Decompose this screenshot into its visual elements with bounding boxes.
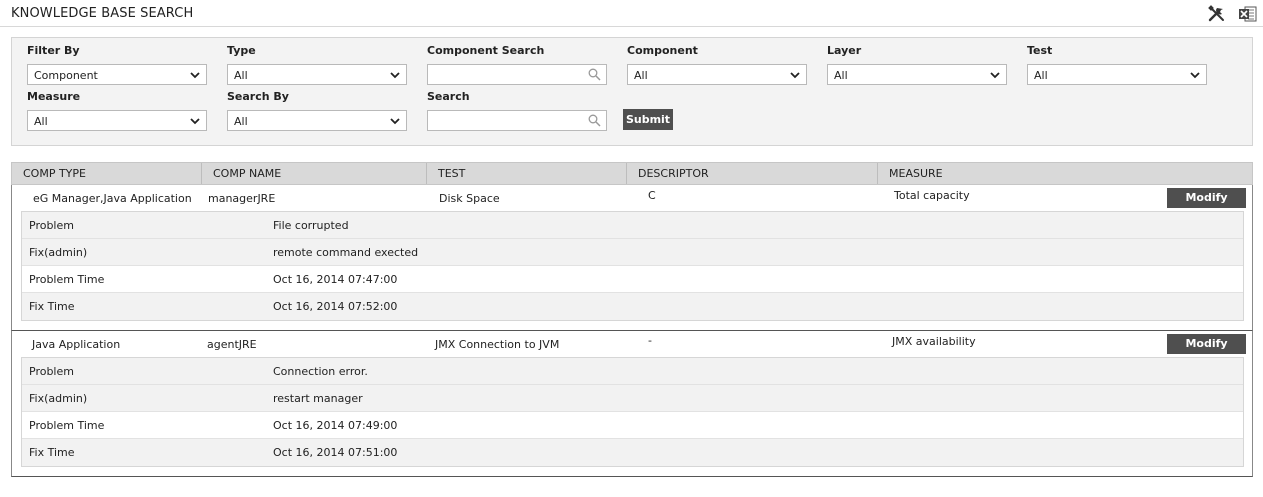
comp-name-cell: agentJRE <box>207 338 257 351</box>
test-select[interactable]: All <box>1027 64 1207 85</box>
chevron-down-icon <box>190 72 200 79</box>
component-select[interactable]: All <box>627 64 807 85</box>
layer-select[interactable]: All <box>827 64 1007 85</box>
comp-name-cell: managerJRE <box>208 192 276 205</box>
chevron-down-icon <box>1190 72 1200 79</box>
detail-row: Fix Time Oct 16, 2014 07:51:00 <box>22 439 1243 466</box>
page-title: KNOWLEDGE BASE SEARCH <box>11 6 194 21</box>
detail-value: Oct 16, 2014 07:49:00 <box>273 419 398 432</box>
test-cell: Disk Space <box>439 192 500 205</box>
component-search-box <box>427 64 607 85</box>
detail-label: Fix(admin) <box>29 392 88 405</box>
layer-value: All <box>834 69 848 82</box>
chevron-down-icon <box>390 118 400 125</box>
title-bar: KNOWLEDGE BASE SEARCH <box>0 0 1263 27</box>
descriptor-cell: C <box>648 189 656 202</box>
detail-value: Oct 16, 2014 07:52:00 <box>273 300 398 313</box>
detail-value: Oct 16, 2014 07:47:00 <box>273 273 398 286</box>
chevron-down-icon <box>390 72 400 79</box>
header-descriptor: DESCRIPTOR <box>627 163 878 184</box>
detail-value: File corrupted <box>273 219 349 232</box>
chevron-down-icon <box>190 118 200 125</box>
header-comp-type: COMP TYPE <box>12 163 202 184</box>
search-by-select[interactable]: All <box>227 110 407 131</box>
filter-by-label: Filter By <box>27 44 80 57</box>
table-row: eG Manager,Java Application managerJRE D… <box>11 185 1253 331</box>
record-summary: eG Manager,Java Application managerJRE D… <box>12 185 1252 211</box>
component-value: All <box>634 69 648 82</box>
component-label: Component <box>627 44 698 57</box>
search-label: Search <box>427 90 470 103</box>
search-icon[interactable] <box>588 68 601 81</box>
detail-value: Oct 16, 2014 07:51:00 <box>273 446 398 459</box>
detail-row: Problem Time Oct 16, 2014 07:49:00 <box>22 412 1243 439</box>
descriptor-cell: - <box>648 334 652 347</box>
type-select[interactable]: All <box>227 64 407 85</box>
type-label: Type <box>227 44 256 57</box>
measure-select[interactable]: All <box>27 110 207 131</box>
detail-row: Problem Time Oct 16, 2014 07:47:00 <box>22 266 1243 293</box>
detail-label: Problem <box>29 365 74 378</box>
measure-cell: Total capacity <box>894 189 970 202</box>
search-icon[interactable] <box>588 114 601 127</box>
chevron-down-icon <box>790 72 800 79</box>
filter-by-select[interactable]: Component <box>27 64 207 85</box>
record-details: Problem File corrupted Fix(admin) remote… <box>21 211 1244 321</box>
filter-panel: Filter By Component Type All Component S… <box>11 37 1253 146</box>
record-details: Problem Connection error. Fix(admin) res… <box>21 357 1244 467</box>
detail-row: Fix(admin) restart manager <box>22 385 1243 412</box>
test-label: Test <box>1027 44 1053 57</box>
filter-by-value: Component <box>34 69 98 82</box>
measure-label: Measure <box>27 90 81 103</box>
tools-icon[interactable] <box>1207 4 1227 24</box>
chevron-down-icon <box>990 72 1000 79</box>
header-test: TEST <box>427 163 627 184</box>
table-header: COMP TYPE COMP NAME TEST DESCRIPTOR MEAS… <box>11 162 1253 185</box>
test-cell: JMX Connection to JVM <box>435 338 560 351</box>
detail-label: Fix(admin) <box>29 246 88 259</box>
type-value: All <box>234 69 248 82</box>
component-search-label: Component Search <box>427 44 545 57</box>
comp-type-cell: eG Manager,Java Application <box>33 192 192 205</box>
detail-row: Fix(admin) remote command exected <box>22 239 1243 266</box>
search-by-value: All <box>234 115 248 128</box>
detail-value: restart manager <box>273 392 363 405</box>
search-box <box>427 110 607 131</box>
modify-button[interactable]: Modify <box>1167 188 1246 208</box>
excel-export-icon[interactable] <box>1238 4 1258 24</box>
detail-value: remote command exected <box>273 246 419 259</box>
modify-button[interactable]: Modify <box>1167 334 1246 354</box>
detail-label: Problem Time <box>29 273 105 286</box>
detail-label: Problem Time <box>29 419 105 432</box>
detail-label: Fix Time <box>29 446 75 459</box>
component-search-input[interactable] <box>428 65 578 84</box>
comp-type-cell: Java Application <box>32 338 121 351</box>
detail-row: Problem File corrupted <box>22 212 1243 239</box>
header-measure: MEASURE <box>889 167 943 180</box>
measure-cell: JMX availability <box>892 335 976 348</box>
detail-label: Problem <box>29 219 74 232</box>
search-input[interactable] <box>428 111 578 130</box>
test-value: All <box>1034 69 1048 82</box>
results-table: COMP TYPE COMP NAME TEST DESCRIPTOR MEAS… <box>11 162 1253 477</box>
header-comp-name: COMP NAME <box>202 163 427 184</box>
layer-label: Layer <box>827 44 862 57</box>
table-row: Java Application agentJRE JMX Connection… <box>11 331 1253 477</box>
detail-row: Problem Connection error. <box>22 358 1243 385</box>
detail-row: Fix Time Oct 16, 2014 07:52:00 <box>22 293 1243 320</box>
record-summary: Java Application agentJRE JMX Connection… <box>12 331 1252 357</box>
measure-value: All <box>34 115 48 128</box>
detail-label: Fix Time <box>29 300 75 313</box>
detail-value: Connection error. <box>273 365 368 378</box>
search-by-label: Search By <box>227 90 289 103</box>
submit-button[interactable]: Submit <box>623 109 673 130</box>
